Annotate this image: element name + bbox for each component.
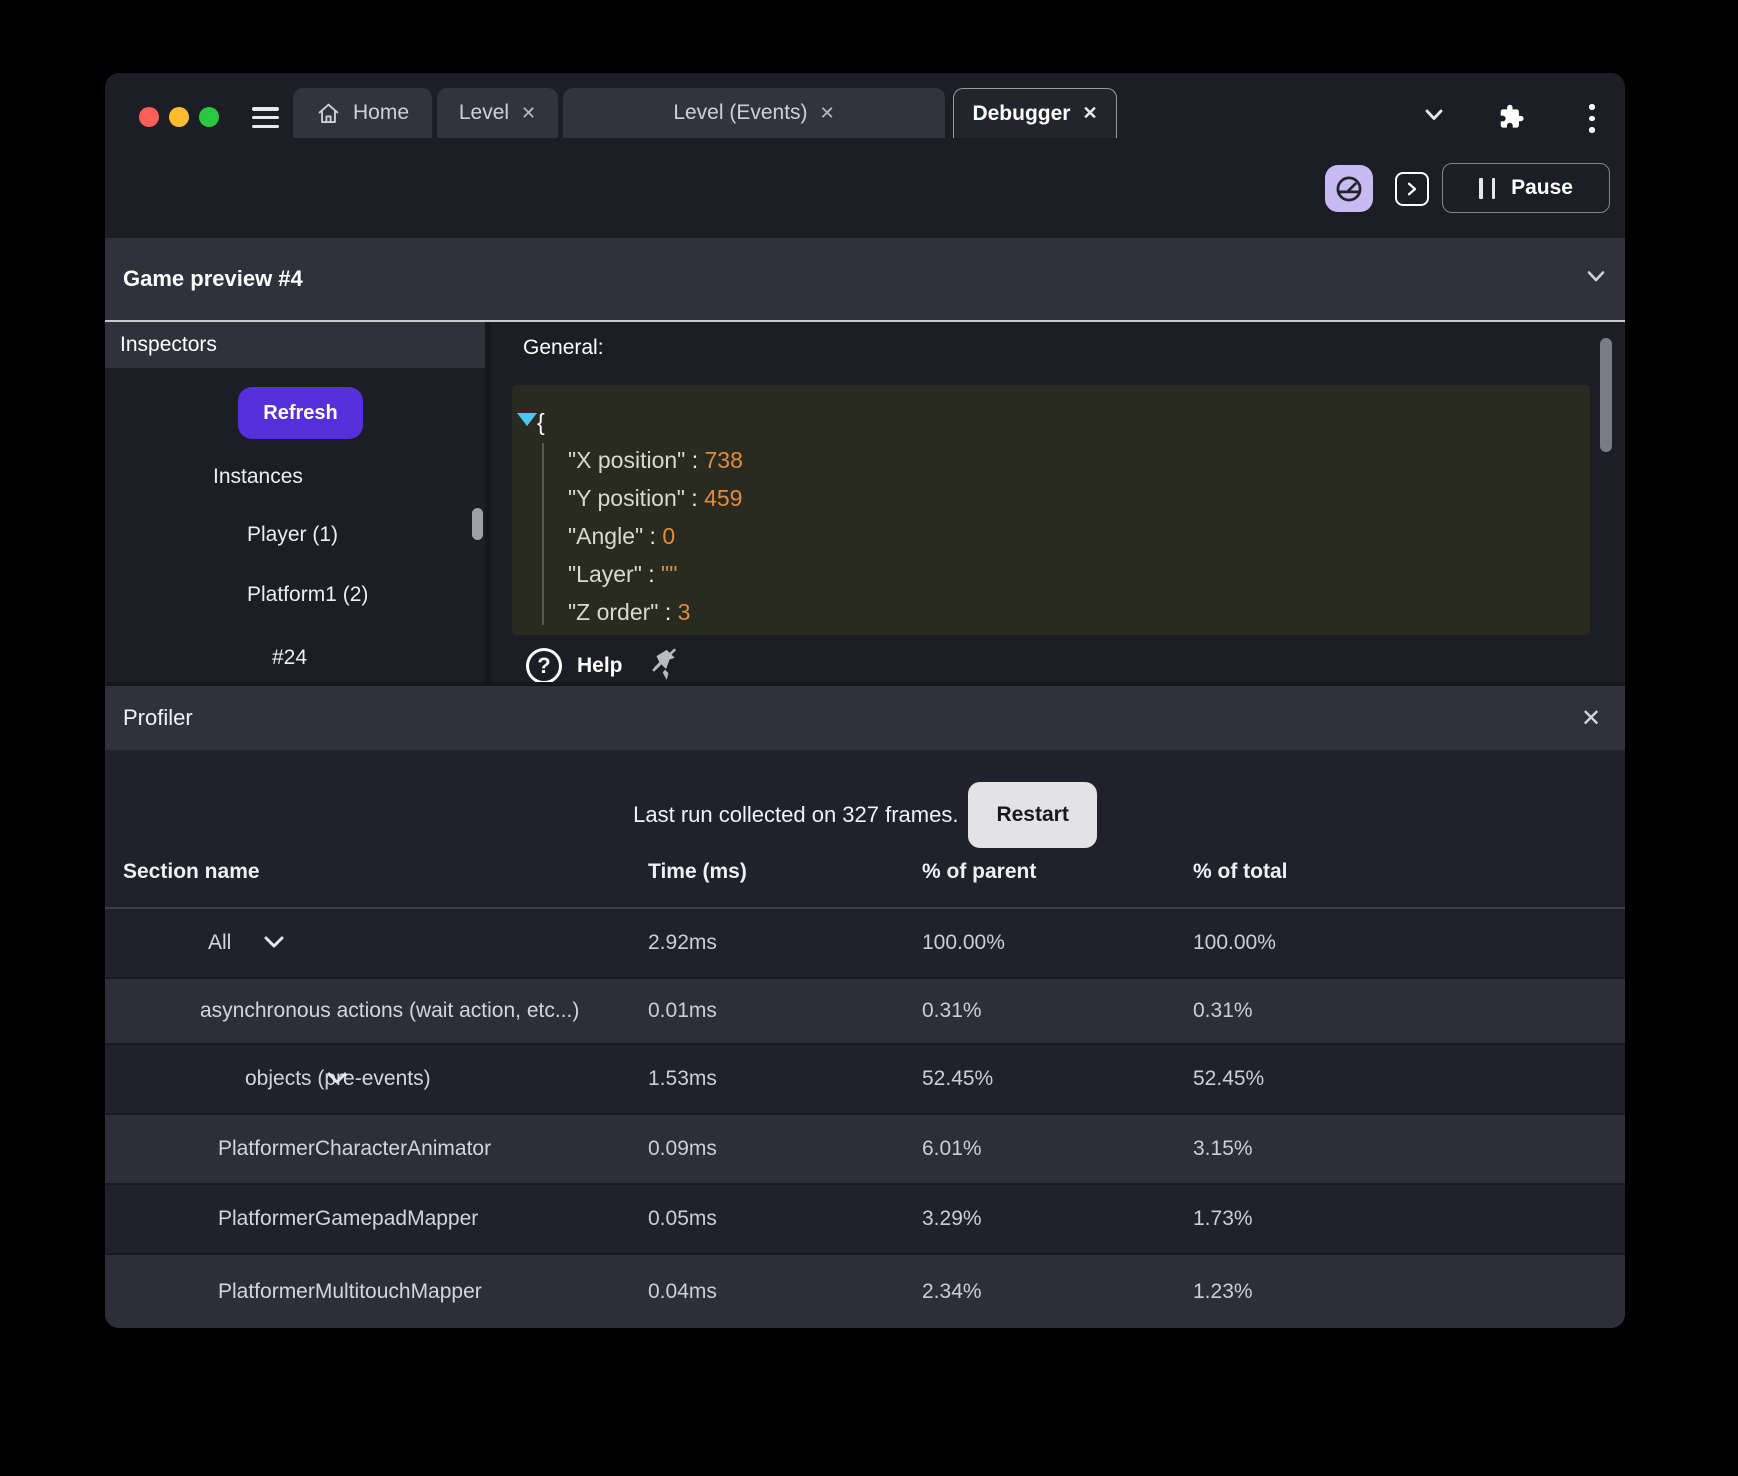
profiler-table-header: Section name Time (ms) % of parent % of …: [105, 850, 1625, 894]
profiler-close-icon[interactable]: ✕: [1581, 704, 1601, 733]
tree-item-platform1-2-[interactable]: Platform1 (2): [247, 579, 368, 611]
tab-close-icon[interactable]: ✕: [1082, 103, 1097, 124]
json-line-y-position[interactable]: "Y position" : 459: [512, 479, 1590, 517]
json-line-x-position[interactable]: "X position" : 738: [512, 441, 1590, 479]
tab-close-icon[interactable]: ✕: [521, 103, 536, 124]
expand-chevron-icon[interactable]: [186, 1067, 348, 1091]
row-percent-parent: 0.31%: [922, 999, 982, 1022]
row-percent-total: 0.31%: [1193, 999, 1253, 1022]
column-section-name: Section name: [123, 860, 260, 883]
panel-divider: [485, 322, 491, 686]
row-section-name: PlatformerGamepadMapper: [218, 1207, 479, 1230]
hamburger-menu-icon[interactable]: [252, 107, 279, 128]
game-preview-header[interactable]: Game preview #4: [105, 238, 1625, 322]
tree-item--24[interactable]: #24: [272, 642, 307, 674]
row-section-name: PlatformerMultitouchMapper: [218, 1279, 482, 1303]
help-question-icon[interactable]: ?: [526, 648, 562, 684]
json-line-layer[interactable]: "Layer" : "": [512, 555, 1590, 593]
profiler-title: Profiler: [123, 705, 193, 730]
game-preview-title: Game preview #4: [123, 266, 303, 291]
chevron-right-icon: [1407, 182, 1417, 196]
row-time: 0.04ms: [648, 1279, 717, 1303]
collapse-chevron-icon[interactable]: [1583, 265, 1609, 294]
pause-label: Pause: [1511, 176, 1573, 199]
row-time: 2.92ms: [648, 931, 717, 954]
general-title: General:: [523, 336, 604, 359]
row-percent-parent: 3.29%: [922, 1207, 982, 1230]
traffic-lights: [139, 107, 219, 127]
profiler-row-platformergamepadmapper[interactable]: PlatformerGamepadMapper 0.05ms 3.29% 1.73%: [105, 1183, 1625, 1253]
row-time: 1.53ms: [648, 1067, 717, 1090]
column-percent-parent: % of parent: [922, 860, 1037, 883]
json-inspector: { "X position" : 738 "Y position" : 459 "An…: [512, 385, 1590, 635]
gauge-icon: [1336, 176, 1362, 201]
row-section-name: asynchronous actions (wait action, etc..…: [200, 999, 580, 1022]
tab-label: Home: [352, 101, 410, 124]
tab-label: Level: [458, 101, 510, 124]
column-time: Time (ms): [648, 860, 747, 883]
home-icon: [318, 103, 339, 123]
json-line-angle[interactable]: "Angle" : 0: [512, 517, 1590, 555]
json-open-brace: {: [537, 409, 545, 435]
row-percent-parent: 52.45%: [922, 1067, 994, 1090]
row-percent-total: 1.73%: [1193, 1207, 1253, 1230]
profiler-summary-text: Last run collected on 327 frames.: [633, 802, 959, 827]
column-percent-total: % of total: [1193, 860, 1288, 883]
profiler-body: Last run collected on 327 frames. Restar…: [105, 750, 1625, 1328]
tab-level[interactable]: Level ✕: [437, 88, 558, 138]
extensions-puzzle-icon[interactable]: [1497, 103, 1525, 136]
row-percent-total: 100.00%: [1193, 931, 1276, 954]
tab-level-events-[interactable]: Level (Events) ✕: [563, 88, 945, 138]
inspectors-title: Inspectors: [120, 333, 217, 356]
tab-close-icon[interactable]: ✕: [820, 103, 835, 124]
general-scrollbar-thumb[interactable]: [1600, 338, 1612, 452]
kebab-menu-icon[interactable]: [1589, 104, 1595, 133]
minimize-window-button[interactable]: [169, 107, 189, 127]
tab-home[interactable]: Home: [293, 88, 432, 138]
row-percent-total: 1.23%: [1193, 1279, 1253, 1303]
chevron-down-icon[interactable]: [1421, 103, 1447, 132]
profiler-header: Profiler ✕: [105, 686, 1625, 750]
close-window-button[interactable]: [139, 107, 159, 127]
row-percent-parent: 100.00%: [922, 931, 1005, 954]
profiler-row-asynchronous-actions-wait-action-etc-[interactable]: asynchronous actions (wait action, etc..…: [105, 977, 1625, 1043]
pause-icon: [1479, 177, 1496, 199]
help-label[interactable]: Help: [577, 654, 623, 678]
row-section-name: PlatformerCharacterAnimator: [218, 1137, 492, 1160]
profiler-row-platformermultitouchmapper[interactable]: PlatformerMultitouchMapper 0.04ms 2.34% 1.2…: [105, 1253, 1625, 1328]
row-time: 0.05ms: [648, 1207, 717, 1230]
restart-button[interactable]: Restart: [968, 782, 1097, 848]
profiler-row-platformercharacteranimator[interactable]: PlatformerCharacterAnimator 0.09ms 6.01% 3.…: [105, 1113, 1625, 1183]
refresh-button[interactable]: Refresh: [238, 387, 363, 439]
row-percent-total: 3.15%: [1193, 1137, 1253, 1160]
tree-item-instances[interactable]: Instances: [213, 461, 303, 493]
row-percent-total: 52.45%: [1193, 1067, 1265, 1090]
expand-chevron-icon[interactable]: [160, 931, 285, 955]
tab-label: Level (Events): [673, 101, 808, 124]
tab-label: Debugger: [972, 101, 1071, 125]
console-button[interactable]: [1395, 172, 1429, 206]
row-percent-parent: 2.34%: [922, 1279, 982, 1303]
help-row: ? Help: [526, 645, 680, 687]
row-time: 0.01ms: [648, 999, 717, 1022]
row-time: 0.09ms: [648, 1137, 717, 1160]
row-percent-parent: 6.01%: [922, 1137, 982, 1160]
inspectors-scrollbar-thumb[interactable]: [472, 508, 483, 540]
inspectors-header: Inspectors: [105, 322, 485, 368]
json-line-z-order[interactable]: "Z order" : 3: [512, 593, 1590, 631]
profiler-row-all[interactable]: All 2.92ms 100.00% 100.00%: [105, 909, 1625, 977]
profiler-toggle-button[interactable]: [1325, 165, 1373, 212]
tree-item-player-1-[interactable]: Player (1): [247, 519, 338, 551]
app-window: Home Level ✕ Level (Events) ✕ Debugger ✕ Pause…: [105, 73, 1625, 1328]
tab-debugger[interactable]: Debugger ✕: [953, 88, 1117, 138]
zoom-window-button[interactable]: [199, 107, 219, 127]
pin-off-icon[interactable]: [650, 647, 680, 686]
profiler-table: All 2.92ms 100.00% 100.00% asynchronous acti…: [105, 909, 1625, 1328]
pause-button[interactable]: Pause: [1442, 163, 1610, 213]
profiler-row-objects-pre-events-[interactable]: objects (pre-events) 1.53ms 52.45% 52.45%: [105, 1043, 1625, 1113]
